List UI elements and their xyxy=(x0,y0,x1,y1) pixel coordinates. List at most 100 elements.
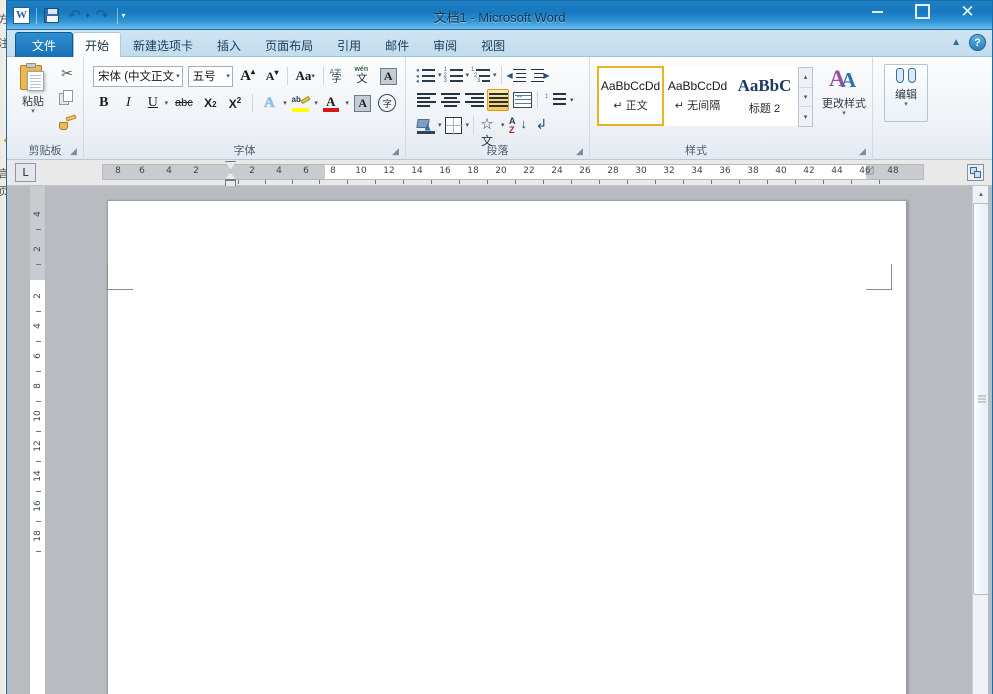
underline-button[interactable]: U xyxy=(142,92,164,114)
format-painter-button[interactable] xyxy=(56,111,78,133)
style-card-body[interactable]: AaBbCcDd ↵ 正文 xyxy=(597,66,664,126)
ruler-minor-tick xyxy=(795,180,796,184)
underline-label: U xyxy=(148,95,158,111)
enclose-characters-button[interactable]: A xyxy=(378,65,398,87)
styles-dialog-launcher-icon[interactable]: ◢ xyxy=(859,147,869,157)
editing-button[interactable]: 编辑 ▾ xyxy=(884,64,928,122)
minimize-button[interactable] xyxy=(855,1,900,22)
asian-layout-chevron-down-icon[interactable]: ▾ xyxy=(501,121,505,129)
change-case-button[interactable]: Aa ▾ xyxy=(293,65,318,87)
sort-button[interactable]: AZ↓ xyxy=(506,114,530,136)
maximize-button[interactable] xyxy=(900,1,945,22)
tab-home[interactable]: 开始 xyxy=(73,32,121,58)
group-label-font: 字体 xyxy=(84,142,405,158)
bold-button[interactable]: B xyxy=(93,92,115,114)
decrease-indent-button[interactable]: ◀ xyxy=(506,64,528,86)
gallery-more-icon[interactable]: ▾ xyxy=(799,107,812,126)
bullets-chevron-down-icon[interactable]: ▾ xyxy=(438,71,442,79)
paste-icon xyxy=(20,63,46,91)
style-card-heading-2[interactable]: AaBbC 标题 2 xyxy=(731,66,798,126)
tab-insert[interactable]: 插入 xyxy=(205,33,253,57)
multilevel-list-button[interactable]: 1 2 3 xyxy=(470,64,492,86)
borders-button[interactable] xyxy=(443,114,465,136)
font-color-button[interactable]: A xyxy=(321,92,343,114)
close-button[interactable]: ✕ xyxy=(945,1,990,22)
cut-button[interactable]: ✂ xyxy=(56,63,78,85)
line-spacing-button[interactable]: ↕ xyxy=(542,89,568,111)
multilevel-chevron-down-icon[interactable]: ▾ xyxy=(493,71,497,79)
minimize-ribbon-chevron-up-icon[interactable]: ▲ xyxy=(951,37,961,48)
strikethrough-button[interactable]: abc xyxy=(171,92,196,114)
text-effects-chevron-down-icon[interactable]: ▾ xyxy=(283,99,287,107)
justify-button[interactable] xyxy=(487,89,509,111)
tab-new-tab[interactable]: 新建选项卡 xyxy=(121,33,205,57)
bullets-button[interactable]: ● ● ● xyxy=(415,64,437,86)
line-spacing-chevron-down-icon[interactable]: ▾ xyxy=(570,96,574,104)
font-name-chevron-down-icon[interactable]: ▾ xyxy=(176,72,180,80)
font-size-input[interactable]: 五号 ▾ xyxy=(188,66,233,87)
italic-button[interactable]: I xyxy=(118,92,140,114)
circled-character-button[interactable]: 字 xyxy=(376,92,398,114)
right-indent-marker[interactable]: ◿ xyxy=(865,163,873,176)
character-shading-button[interactable]: A xyxy=(352,92,374,114)
tab-references[interactable]: 引用 xyxy=(325,33,373,57)
tab-stop-selector[interactable]: L xyxy=(15,163,36,182)
ruler-tick-label: 2 xyxy=(249,166,255,176)
tab-mailings[interactable]: 邮件 xyxy=(373,33,421,57)
align-right-button[interactable] xyxy=(463,89,485,111)
vertical-scrollbar[interactable]: ▴ xyxy=(972,186,988,694)
show-formatting-marks-button[interactable]: ↲ xyxy=(531,114,553,136)
shrink-font-button[interactable]: A▾ xyxy=(262,65,282,87)
highlight-color-button[interactable]: ab xyxy=(290,92,312,114)
sort-icon: AZ↓ xyxy=(508,117,527,134)
text-effects-button[interactable]: A xyxy=(259,92,281,114)
numbering-button[interactable]: 1 2 3 xyxy=(443,64,465,86)
phonetic-guide-button[interactable]: A字字 xyxy=(328,65,348,87)
subscript-button[interactable]: X2 xyxy=(200,92,222,114)
ruler-minor-tick xyxy=(879,180,880,184)
help-icon[interactable]: ? xyxy=(969,34,986,51)
asian-layout-button[interactable]: ☆文 xyxy=(478,114,500,136)
change-styles-button[interactable]: AA 更改样式 ▾ xyxy=(821,64,867,117)
document-page[interactable] xyxy=(107,200,907,694)
highlight-chevron-down-icon[interactable]: ▾ xyxy=(314,99,318,107)
character-border-button[interactable]: wén文 xyxy=(353,65,373,87)
copy-button[interactable] xyxy=(56,87,78,109)
style-card-no-spacing[interactable]: AaBbCcDd ↵ 无间隔 xyxy=(664,66,731,126)
gallery-scroll-down-icon[interactable]: ▾ xyxy=(799,88,812,108)
numbering-chevron-down-icon[interactable]: ▾ xyxy=(466,71,470,79)
tab-review[interactable]: 审阅 xyxy=(421,33,469,57)
shrink-font-icon: A▾ xyxy=(266,68,279,84)
align-center-button[interactable] xyxy=(439,89,461,111)
select-browse-object-button[interactable] xyxy=(967,164,984,181)
scrollbar-thumb[interactable] xyxy=(973,203,989,595)
grow-font-button[interactable]: A▴ xyxy=(238,65,258,87)
paste-chevron-down-icon[interactable]: ▾ xyxy=(31,109,35,115)
tab-view[interactable]: 视图 xyxy=(469,33,517,57)
underline-chevron-down-icon[interactable]: ▾ xyxy=(165,99,169,107)
scroll-up-button[interactable]: ▴ xyxy=(973,186,989,202)
italic-label: I xyxy=(126,95,131,111)
change-styles-chevron-down-icon[interactable]: ▾ xyxy=(842,111,846,117)
paragraph-dialog-launcher-icon[interactable]: ◢ xyxy=(576,147,586,157)
tab-file[interactable]: 文件 xyxy=(15,32,73,57)
font-color-chevron-down-icon[interactable]: ▾ xyxy=(345,99,349,107)
editing-chevron-down-icon[interactable]: ▾ xyxy=(904,102,908,108)
horizontal-ruler[interactable]: 8642246810121416182022242628303234363840… xyxy=(102,164,924,180)
shading-button[interactable] xyxy=(415,114,437,136)
font-name-input[interactable]: 宋体 (中文正文 ▾ xyxy=(93,66,183,87)
borders-chevron-down-icon[interactable]: ▾ xyxy=(466,121,470,129)
align-left-button[interactable] xyxy=(415,89,437,111)
paste-button[interactable]: 粘贴 ▾ xyxy=(10,60,56,140)
shading-chevron-down-icon[interactable]: ▾ xyxy=(438,121,442,129)
distribute-button[interactable]: ↔ xyxy=(511,89,533,111)
tab-page-layout[interactable]: 页面布局 xyxy=(253,33,325,57)
increase-indent-button[interactable]: ▶ xyxy=(529,64,551,86)
vertical-ruler[interactable]: 4224681012141618 xyxy=(29,186,46,694)
font-size-chevron-down-icon[interactable]: ▾ xyxy=(226,72,230,80)
clipboard-dialog-launcher-icon[interactable]: ◢ xyxy=(70,147,80,157)
superscript-button[interactable]: X2 xyxy=(224,92,246,114)
font-dialog-launcher-icon[interactable]: ◢ xyxy=(392,147,402,157)
gallery-scroll-up-icon[interactable]: ▴ xyxy=(799,68,812,88)
style-name-no-spacing: ↵ 无间隔 xyxy=(675,97,720,113)
